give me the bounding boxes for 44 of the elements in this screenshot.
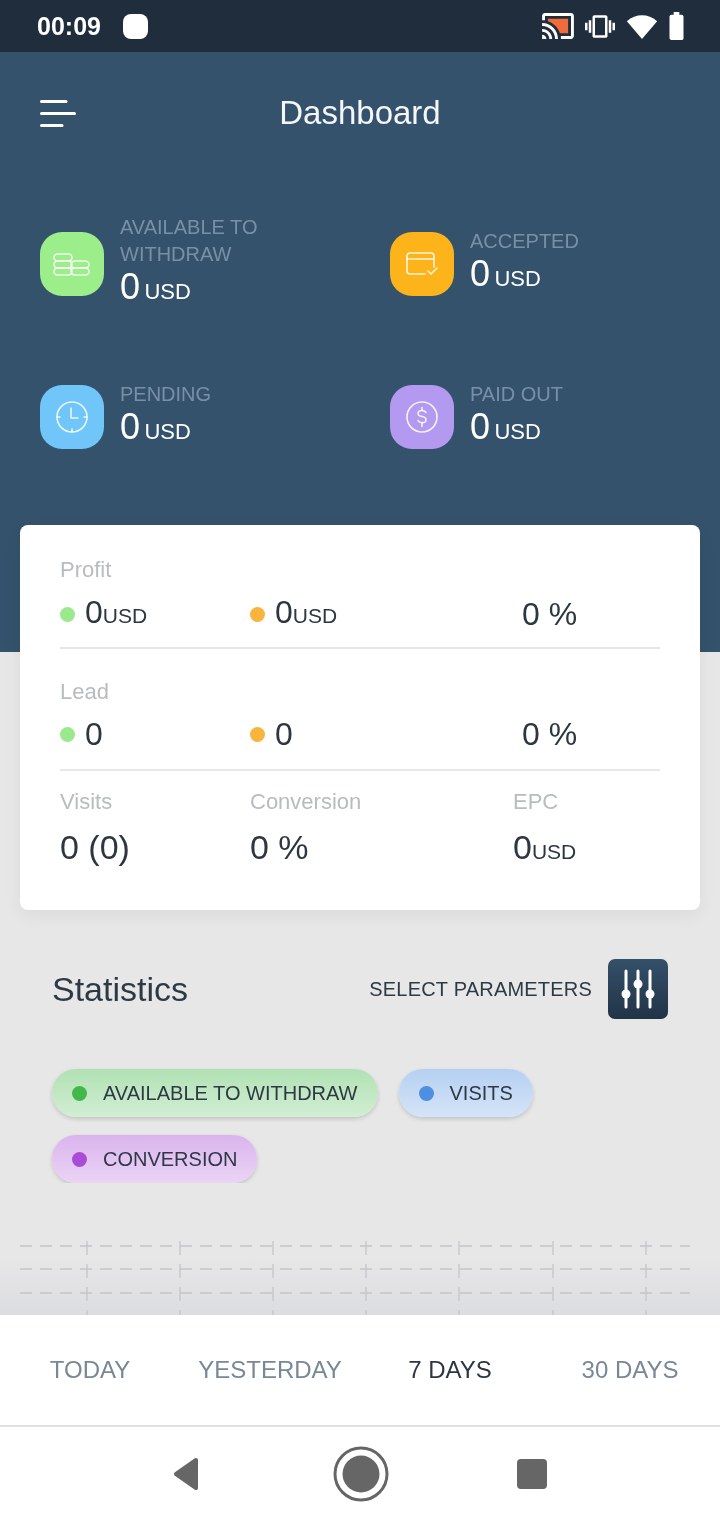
parameter-chip[interactable]: CONVERSION (52, 1135, 258, 1183)
parameter-chip[interactable]: AVAILABLE TO WITHDRAW (52, 1069, 378, 1117)
period-tab[interactable]: YESTERDAY (194, 1350, 346, 1390)
balance-label: PAID OUT (470, 382, 563, 407)
balance-amount: 0 USD (470, 254, 541, 296)
summary-value: 0 % (522, 595, 578, 634)
balance-label: PENDING (120, 382, 212, 407)
section-label: Profit (60, 557, 112, 583)
period-tab[interactable]: 7 DAYS (404, 1350, 496, 1390)
sliders-icon (621, 969, 655, 1009)
parameter-chip[interactable]: VISITS (398, 1069, 533, 1117)
metric-value: 0 (0) (60, 827, 130, 868)
screen-title: Dashboard (279, 94, 441, 132)
recents-icon[interactable] (517, 1458, 547, 1489)
period-tab[interactable]: TODAY (45, 1350, 135, 1390)
summary-value: 0USD (85, 593, 148, 632)
period-tab[interactable]: 30 DAYS (577, 1350, 683, 1390)
notification-icon (122, 13, 148, 39)
wifi-icon (626, 13, 658, 39)
summary-value: 0 (85, 715, 103, 754)
summary-value: 0 % (522, 715, 578, 754)
back-icon[interactable] (173, 1456, 199, 1491)
section-title: Statistics (52, 969, 189, 1009)
metric-value: 0USD (513, 827, 577, 868)
summary-value: 0 (275, 715, 293, 754)
metric-label: Conversion (250, 789, 362, 815)
balance-amount: 0 USD (120, 268, 191, 309)
balance-label: ACCEPTED (470, 228, 579, 254)
section-label: Lead (60, 679, 109, 705)
metric-value: 0 % (250, 827, 309, 868)
vibrate-icon (585, 14, 615, 38)
balance-label: AVAILABLE TO WITHDRAW (120, 215, 259, 267)
metric-label: Visits (60, 789, 113, 815)
cast-icon (542, 13, 574, 39)
select-parameters-button[interactable]: SELECT PARAMETERS (369, 977, 592, 1001)
balance-amount: 0 USD (470, 408, 541, 449)
home-icon[interactable] (333, 1445, 389, 1502)
summary-value: 0USD (275, 593, 338, 632)
parameters-button[interactable] (608, 959, 668, 1019)
metric-label: EPC (513, 789, 559, 815)
battery-icon (669, 12, 684, 40)
menu-icon[interactable] (40, 99, 76, 127)
balance-amount: 0 USD (120, 408, 191, 449)
status-time: 00:09 (37, 11, 101, 41)
